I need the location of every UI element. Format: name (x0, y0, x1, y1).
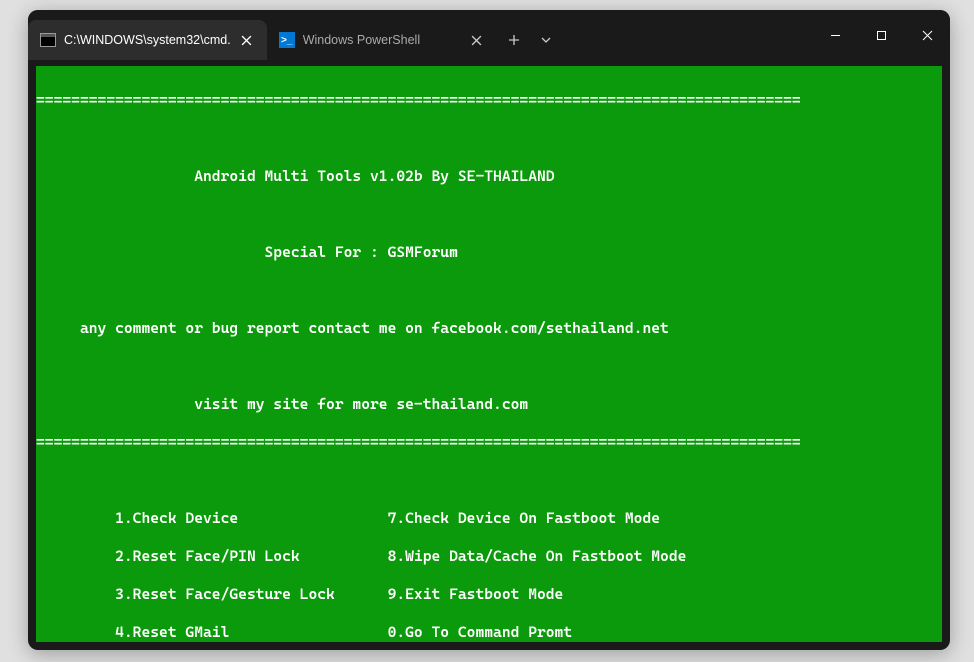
tab-title: C:\WINDOWS\system32\cmd. (64, 33, 231, 47)
blank-line (36, 357, 942, 376)
blank-line (36, 471, 942, 490)
close-icon[interactable] (469, 32, 485, 48)
blank-line (36, 205, 942, 224)
separator-line: ========================================… (36, 433, 942, 452)
title-bar: C:\WINDOWS\system32\cmd. >_ Windows Powe… (28, 10, 950, 60)
header-site: visit my site for more se-thailand.com (36, 395, 942, 414)
menu-line: 2.Reset Face/PIN Lock 8.Wipe Data/Cache … (36, 547, 942, 566)
blank-line (36, 129, 942, 148)
tab-dropdown-button[interactable] (531, 20, 561, 60)
menu-line (36, 566, 942, 585)
header-title: Android Multi Tools v1.02b By SE-THAILAN… (36, 167, 942, 186)
tabs-container: C:\WINDOWS\system32\cmd. >_ Windows Powe… (28, 10, 561, 60)
cmd-icon (40, 32, 56, 48)
tab-cmd[interactable]: C:\WINDOWS\system32\cmd. (28, 20, 267, 60)
tab-title: Windows PowerShell (303, 33, 461, 47)
header-contact: any comment or bug report contact me on … (36, 319, 942, 338)
menu-line: 4.Reset GMail 0.Go To Command Promt (36, 623, 942, 642)
minimize-button[interactable] (812, 10, 858, 60)
tab-powershell[interactable]: >_ Windows PowerShell (267, 20, 497, 60)
terminal-output[interactable]: ========================================… (36, 66, 942, 642)
window-controls (812, 10, 950, 60)
close-icon[interactable] (239, 32, 255, 48)
menu-lines: 1.Check Device 7.Check Device On Fastboo… (36, 509, 942, 642)
close-button[interactable] (904, 10, 950, 60)
menu-line (36, 604, 942, 623)
powershell-icon: >_ (279, 32, 295, 48)
blank-line (36, 281, 942, 300)
separator-line: ========================================… (36, 91, 942, 110)
new-tab-button[interactable] (497, 20, 531, 60)
maximize-button[interactable] (858, 10, 904, 60)
menu-line (36, 528, 942, 547)
menu-line: 3.Reset Face/Gesture Lock 9.Exit Fastboo… (36, 585, 942, 604)
terminal-window: C:\WINDOWS\system32\cmd. >_ Windows Powe… (28, 10, 950, 650)
header-special: Special For : GSMForum (36, 243, 942, 262)
menu-line: 1.Check Device 7.Check Device On Fastboo… (36, 509, 942, 528)
